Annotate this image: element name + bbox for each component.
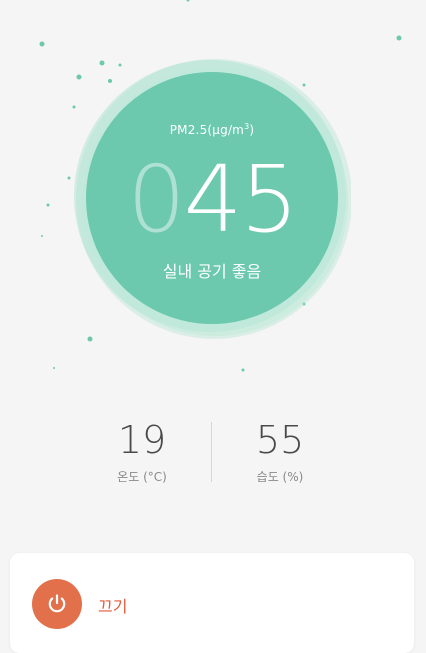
humidity-stat: 55 습도 (%) [220, 418, 340, 485]
humidity-label: 습도 (%) [256, 470, 304, 484]
pm-value: 045 [73, 152, 351, 248]
power-button[interactable] [32, 579, 82, 629]
temperature-value: 19 [117, 418, 167, 462]
particle-dot [53, 367, 55, 369]
particle-dot [241, 368, 245, 372]
power-off-label[interactable]: 끄기 [98, 593, 127, 617]
stat-divider [211, 422, 212, 482]
particle-dot [41, 235, 43, 237]
power-icon [48, 594, 66, 613]
power-card: 끄기 [10, 553, 414, 653]
humidity-value: 55 [255, 418, 305, 462]
air-quality-status: 실내 공기 좋음 [162, 262, 262, 281]
pm-value-leading-digit: 0 [127, 146, 186, 253]
pm-unit-label: PM2.5(μg/m3) [169, 122, 255, 137]
particle-dot [396, 35, 402, 41]
particle-dot [46, 203, 50, 207]
pm-value-digits: 45 [183, 146, 299, 253]
particle-dot [39, 41, 45, 47]
particle-dot [186, 0, 190, 2]
temperature-label: 온도 (°C) [117, 470, 167, 484]
temperature-stat: 19 온도 (°C) [82, 418, 202, 485]
particle-dot [67, 176, 71, 180]
